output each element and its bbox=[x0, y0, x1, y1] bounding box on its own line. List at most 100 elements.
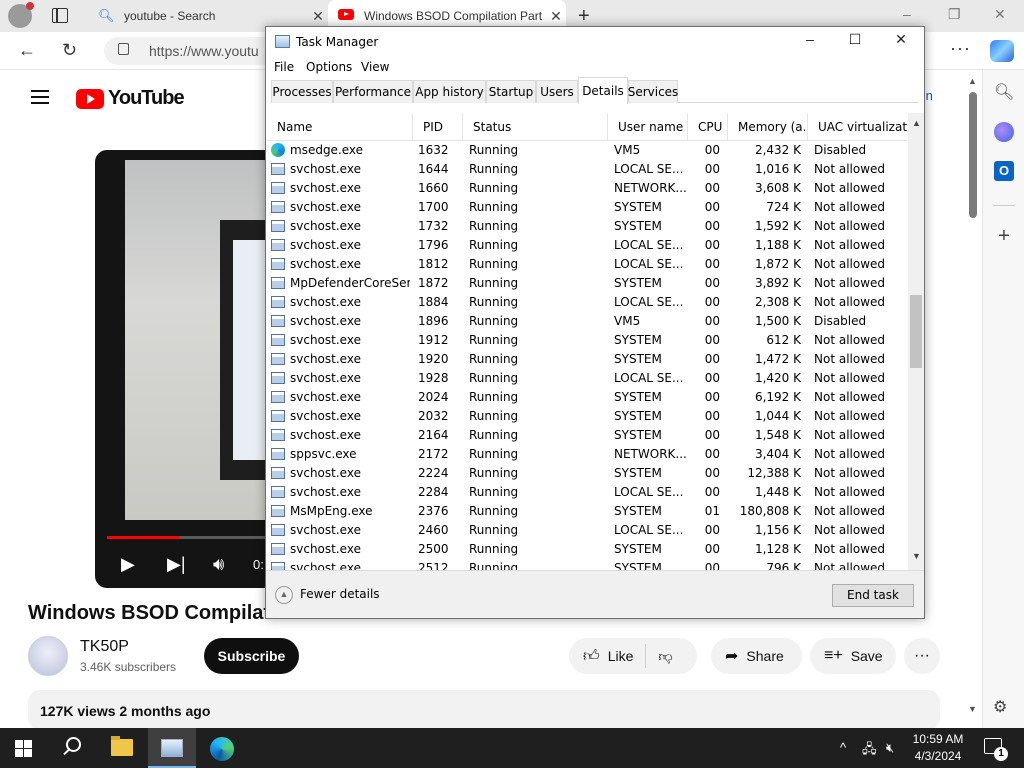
process-name: svchost.exe bbox=[290, 561, 361, 570]
tab-details[interactable]: Details bbox=[578, 77, 628, 104]
column-header-uac[interactable]: UAC virtualizat... bbox=[808, 113, 907, 141]
network-icon[interactable]: 🖧︎ bbox=[862, 740, 877, 762]
taskbar-file-explorer[interactable] bbox=[98, 728, 146, 768]
close-tab-icon[interactable]: ✕ bbox=[546, 8, 566, 25]
search-icon[interactable]: 🔍︎ bbox=[994, 82, 1014, 102]
task-manager-titlebar[interactable]: Task Manager – ☐ ✕ bbox=[266, 27, 924, 57]
tab-processes[interactable]: Processes bbox=[271, 80, 333, 103]
process-row[interactable]: svchost.exe 1796 Running LOCAL SE... 00 1,188… bbox=[267, 236, 907, 255]
refresh-icon[interactable]: ↻ bbox=[62, 40, 77, 61]
menu-file[interactable]: File bbox=[274, 60, 294, 74]
menu-view[interactable]: View bbox=[361, 60, 389, 74]
clock[interactable]: 10:59 AM 4/3/2024 bbox=[910, 731, 966, 765]
scroll-up-icon[interactable]: ▲ bbox=[912, 118, 921, 128]
channel-name[interactable]: TK50P bbox=[80, 638, 129, 656]
process-row[interactable]: msedge.exe 1632 Running VM5 00 2,432 K Disable… bbox=[267, 141, 907, 160]
scroll-up-icon[interactable]: ▲ bbox=[968, 76, 977, 86]
copilot-icon[interactable] bbox=[994, 122, 1014, 142]
back-arrow-icon[interactable]: ← bbox=[18, 40, 36, 61]
column-header-pid[interactable]: PID bbox=[413, 113, 463, 141]
process-row[interactable]: svchost.exe 2024 Running SYSTEM 00 6,192 K Not… bbox=[267, 388, 907, 407]
new-tab-button[interactable]: + bbox=[578, 5, 590, 28]
process-row[interactable]: sppsvc.exe 2172 Running NETWORK... 00 3,404 K… bbox=[267, 445, 907, 464]
scroll-down-icon[interactable]: ▼ bbox=[968, 704, 977, 714]
search-icon[interactable] bbox=[62, 737, 82, 757]
restore-button[interactable]: ❐ bbox=[948, 6, 961, 23]
scroll-down-icon[interactable]: ▼ bbox=[912, 551, 921, 561]
share-button[interactable]: ➦ Share bbox=[711, 638, 802, 674]
profile-avatar[interactable] bbox=[8, 2, 34, 28]
column-header-status[interactable]: Status bbox=[463, 113, 608, 141]
process-row[interactable]: svchost.exe 2032 Running SYSTEM 00 1,044 K Not… bbox=[267, 407, 907, 426]
end-task-button[interactable]: End task bbox=[832, 584, 914, 607]
process-row[interactable]: svchost.exe 1896 Running VM5 00 1,500 K Disabl… bbox=[267, 312, 907, 331]
process-row[interactable]: MpDefenderCoreSer... 1872 Running SYSTEM 00 3… bbox=[267, 274, 907, 293]
scrollbar-thumb[interactable] bbox=[910, 295, 922, 368]
like-label[interactable]: Like bbox=[608, 648, 634, 664]
thumbs-up-icon[interactable]: 👍︎ bbox=[583, 647, 600, 666]
video-progress-bar[interactable] bbox=[107, 536, 270, 539]
save-button[interactable]: ≡+ Save bbox=[810, 638, 896, 674]
close-window-button[interactable]: ✕ bbox=[994, 6, 1006, 23]
process-row[interactable]: svchost.exe 2284 Running LOCAL SE... 00 1,448… bbox=[267, 483, 907, 502]
add-icon[interactable]: + bbox=[994, 225, 1014, 247]
youtube-logo[interactable]: YouTube bbox=[76, 87, 185, 110]
process-row[interactable]: svchost.exe 1928 Running LOCAL SE... 00 1,420… bbox=[267, 369, 907, 388]
page-scrollbar[interactable]: ▲ ▼ bbox=[964, 70, 982, 728]
process-row[interactable]: svchost.exe 2224 Running SYSTEM 00 12,388 K No… bbox=[267, 464, 907, 483]
chevron-up-icon[interactable]: ▲ bbox=[275, 586, 293, 604]
menu-icon[interactable] bbox=[31, 90, 49, 104]
taskbar-task-manager[interactable] bbox=[148, 728, 196, 768]
more-options-icon[interactable]: ··· bbox=[950, 38, 971, 59]
taskbar-edge[interactable] bbox=[198, 728, 246, 768]
process-row[interactable]: svchost.exe 2460 Running LOCAL SE... 00 1,156… bbox=[267, 521, 907, 540]
process-row[interactable]: svchost.exe 1660 Running NETWORK... 00 3,608 … bbox=[267, 179, 907, 198]
maximize-button[interactable]: ☐ bbox=[832, 31, 878, 53]
process-row[interactable]: svchost.exe 2164 Running SYSTEM 00 1,548 K Not… bbox=[267, 426, 907, 445]
description-box[interactable]: 127K views 2 months ago bbox=[28, 690, 940, 730]
process-row[interactable]: svchost.exe 1732 Running SYSTEM 00 1,592 K Not… bbox=[267, 217, 907, 236]
thumbs-down-icon[interactable]: 👎︎ bbox=[658, 648, 672, 665]
channel-avatar[interactable] bbox=[28, 636, 68, 676]
scrollbar-thumb[interactable] bbox=[969, 92, 977, 218]
more-actions-button[interactable]: ··· bbox=[904, 638, 940, 674]
copilot-icon[interactable] bbox=[990, 40, 1014, 62]
close-button[interactable]: ✕ bbox=[878, 31, 924, 53]
tab-actions-icon[interactable] bbox=[52, 8, 68, 23]
video-player[interactable]: ▶ ▶| 🔊︎ 0: bbox=[95, 150, 270, 588]
column-header-cpu[interactable]: CPU bbox=[688, 113, 728, 141]
process-name: svchost.exe bbox=[290, 238, 361, 252]
volume-icon[interactable]: 🔊︎ bbox=[213, 554, 224, 575]
column-header-memory[interactable]: Memory (a... bbox=[728, 113, 808, 141]
process-row[interactable]: svchost.exe 1912 Running SYSTEM 00 612 K Not a… bbox=[267, 331, 907, 350]
minimize-button[interactable]: – bbox=[903, 6, 911, 22]
process-row[interactable]: svchost.exe 2500 Running SYSTEM 00 1,128 K Not… bbox=[267, 540, 907, 559]
process-row[interactable]: svchost.exe 1700 Running SYSTEM 00 724 K Not a… bbox=[267, 198, 907, 217]
fewer-details-link[interactable]: Fewer details bbox=[300, 587, 380, 601]
next-icon[interactable]: ▶| bbox=[167, 554, 186, 575]
process-row[interactable]: svchost.exe 1884 Running LOCAL SE... 00 2,308… bbox=[267, 293, 907, 312]
process-row[interactable]: MsMpEng.exe 2376 Running SYSTEM 01 180,808 K N… bbox=[267, 502, 907, 521]
windows-start-icon[interactable] bbox=[15, 740, 32, 757]
menu-options[interactable]: Options bbox=[306, 60, 352, 74]
tab-performance[interactable]: Performance bbox=[333, 80, 413, 103]
tab-services[interactable]: Services bbox=[628, 80, 678, 103]
subscribe-button[interactable]: Subscribe bbox=[204, 638, 299, 674]
minimize-button[interactable]: – bbox=[787, 31, 833, 53]
grid-scrollbar[interactable]: ▲ ▼ bbox=[908, 113, 924, 570]
tab-users[interactable]: Users bbox=[536, 80, 578, 103]
column-header-user[interactable]: User name bbox=[608, 113, 688, 141]
tab-app-history[interactable]: App history bbox=[413, 80, 486, 103]
settings-gear-icon[interactable]: ⚙ bbox=[993, 697, 1007, 717]
process-row[interactable]: svchost.exe 1812 Running LOCAL SE... 00 1,872… bbox=[267, 255, 907, 274]
close-tab-icon[interactable]: ✕ bbox=[308, 8, 328, 25]
column-header-name[interactable]: Name bbox=[267, 113, 413, 141]
process-row[interactable]: svchost.exe 2512 Running SYSTEM 00 796 K Not a… bbox=[267, 559, 907, 570]
chevron-up-icon[interactable]: ^ bbox=[840, 740, 846, 755]
process-row[interactable]: svchost.exe 1644 Running LOCAL SE... 00 1,016… bbox=[267, 160, 907, 179]
outlook-icon[interactable]: O bbox=[994, 161, 1014, 181]
play-icon[interactable]: ▶ bbox=[121, 554, 135, 575]
tab-startup[interactable]: Startup bbox=[486, 80, 536, 103]
volume-muted-icon[interactable]: 🔇︎ bbox=[886, 740, 894, 756]
process-row[interactable]: svchost.exe 1920 Running SYSTEM 00 1,472 K Not… bbox=[267, 350, 907, 369]
